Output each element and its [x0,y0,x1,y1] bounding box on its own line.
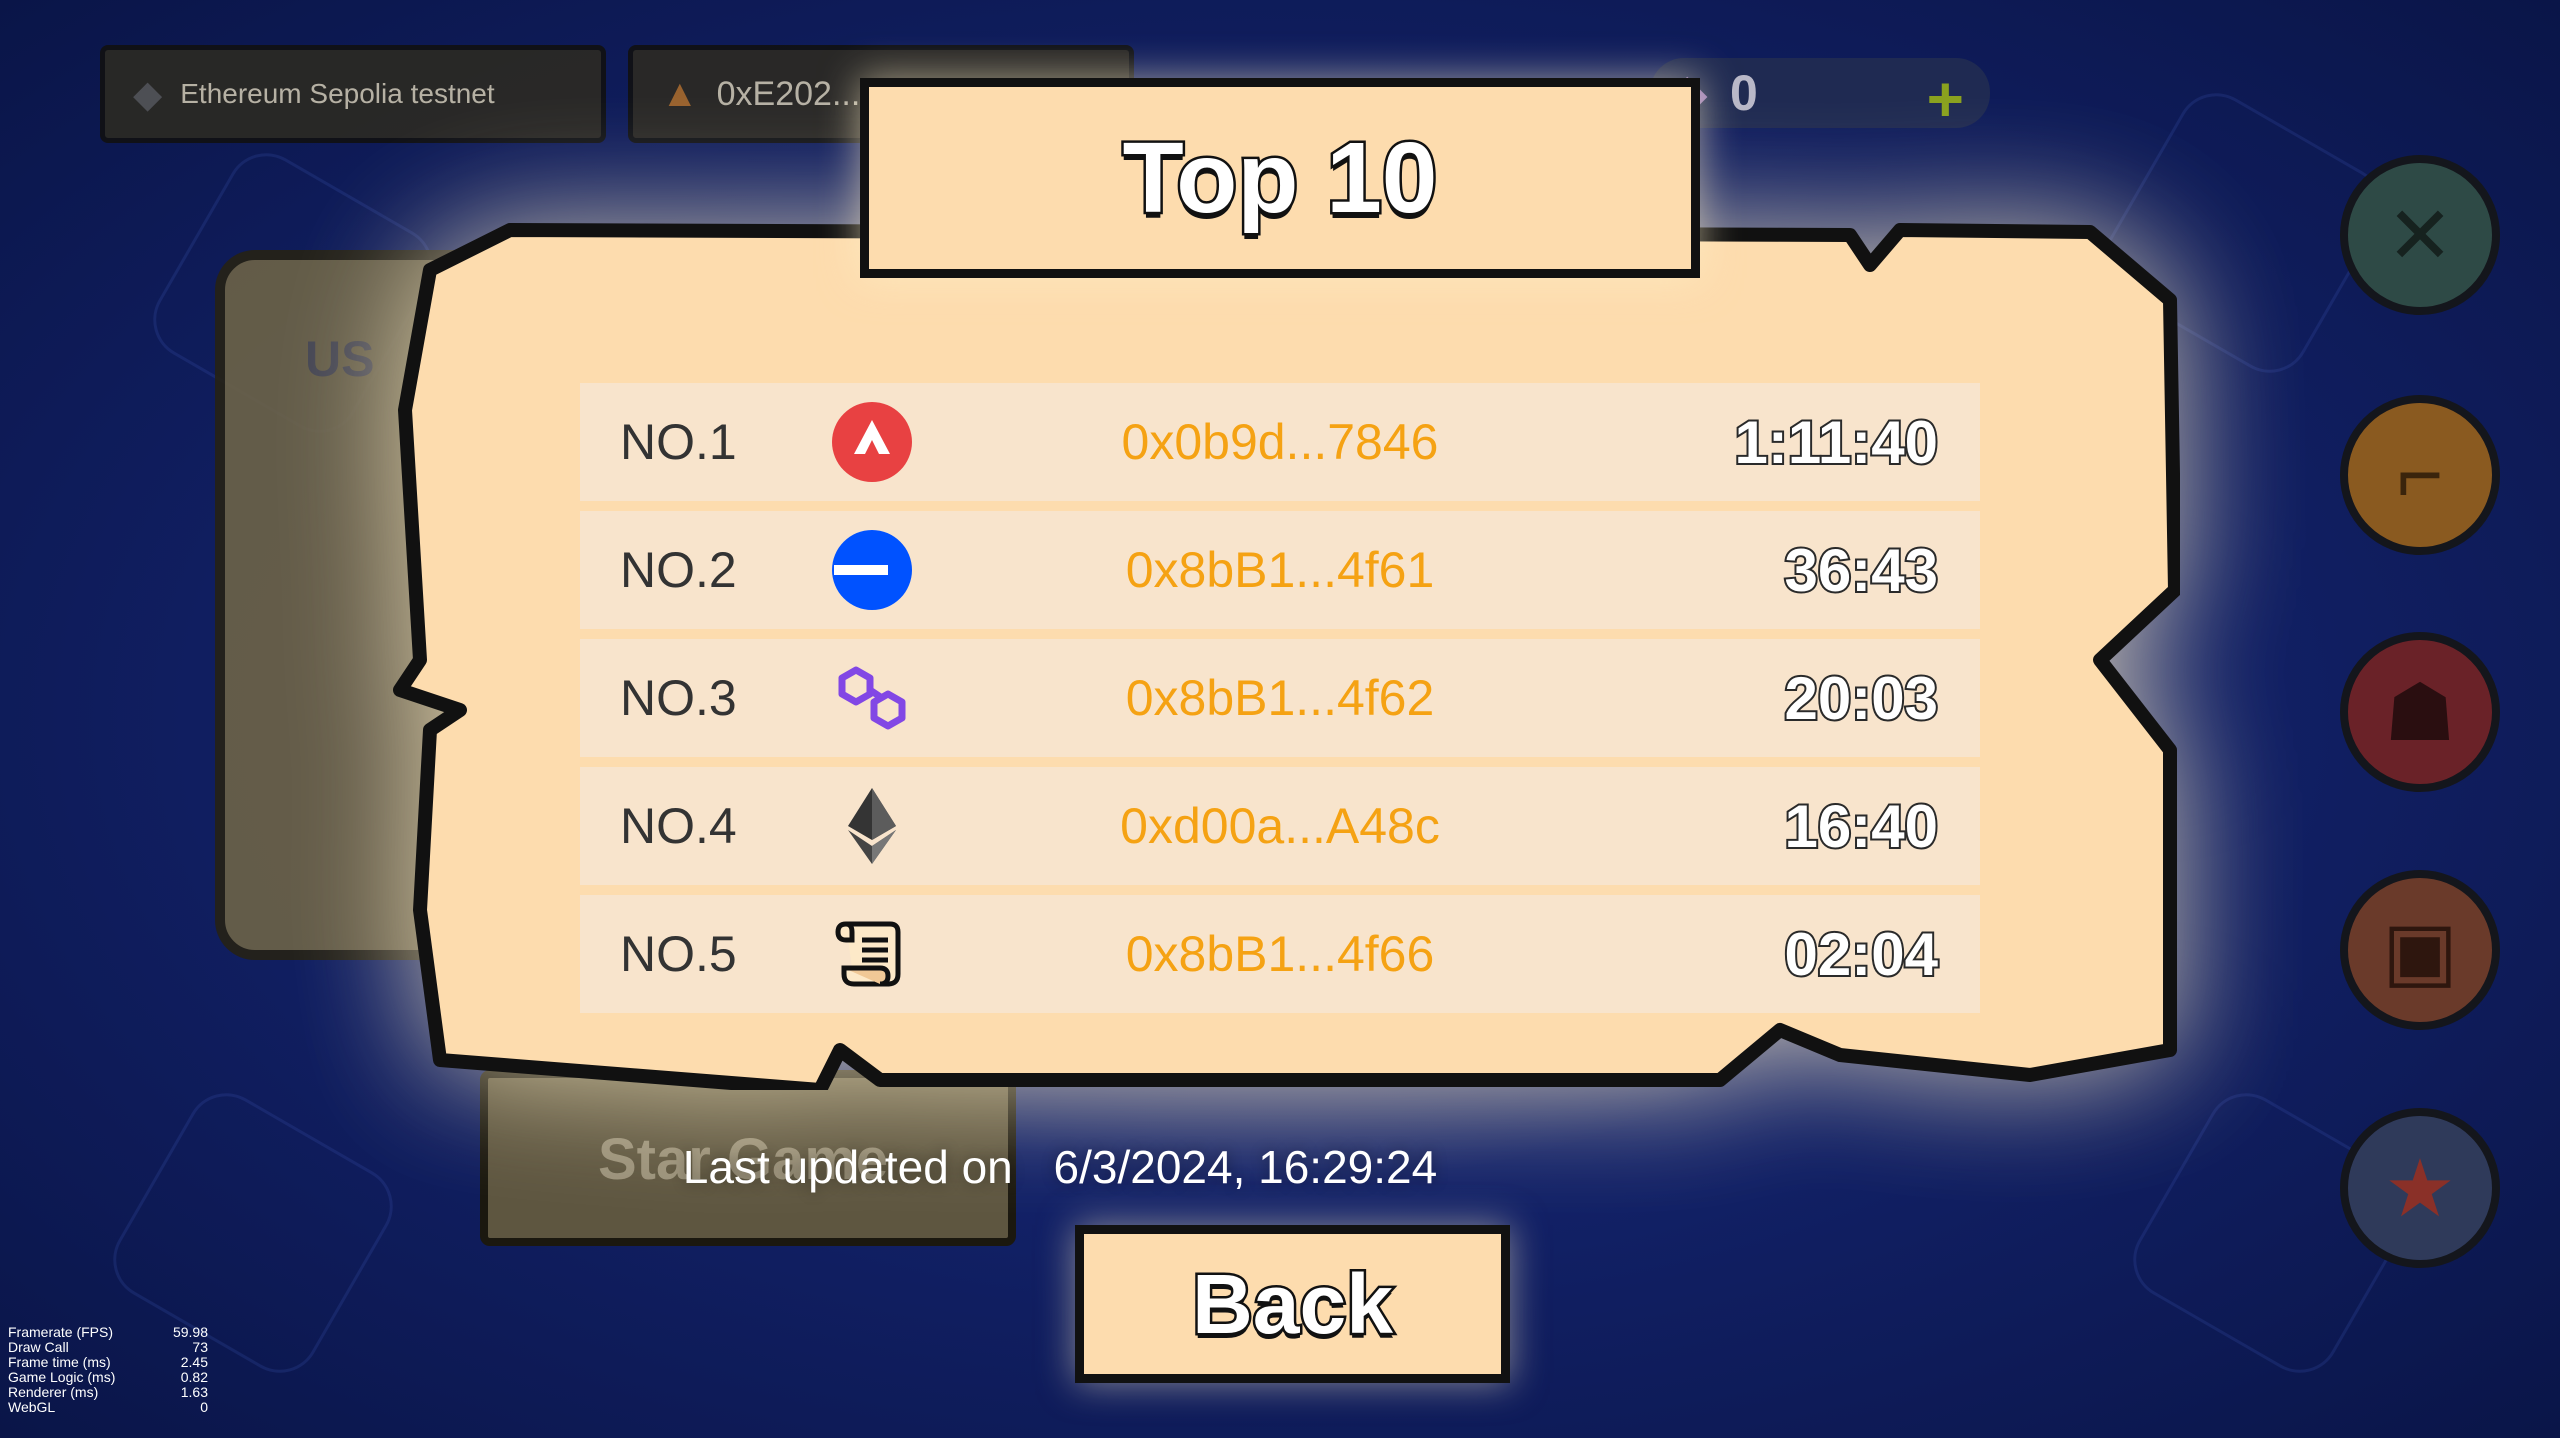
survival-time: 16:40 [1783,791,1940,862]
survival-time: 36:43 [1783,535,1940,606]
network-selector[interactable]: ◆ Ethereum Sepolia testnet [100,45,606,143]
leaderboard-title: Top 10 [1120,119,1440,236]
characters-button[interactable]: ☗ [2340,632,2500,792]
wallet-address: 0x8bB1...4f62 [1125,670,1435,726]
wallet-label: 0xE202... [716,74,861,113]
stat-value: 0 [200,1399,208,1415]
leaderboard-list: NO.1 0x0b9d...7846 1:11:40 NO.2 0x8bB1..… [580,383,1980,1023]
last-updated-value: 6/3/2024, 16:29:24 [1053,1141,1438,1193]
star-icon: ★ [2384,1143,2456,1233]
metamask-icon: ▲ [661,72,699,115]
survival-time: 20:03 [1783,663,1940,734]
survival-time: 1:11:40 [1733,407,1940,478]
leaderboard-row: NO.4 0xd00a...A48c 16:40 [580,767,1980,885]
stat-row: Draw Call 73 [8,1340,208,1355]
stat-label: Renderer (ms) [8,1384,99,1400]
stat-row: Framerate (FPS) 59.98 [8,1325,208,1340]
stat-row: Renderer (ms) 1.63 [8,1385,208,1400]
back-button[interactable]: Back [1075,1225,1510,1383]
stat-label: WebGL [8,1399,56,1415]
stat-value: 59.98 [172,1324,208,1340]
battle-button[interactable]: ✕ [2340,155,2500,315]
add-gems-button[interactable]: + [1927,62,1964,136]
weapons-button[interactable]: ⌐ [2340,395,2500,555]
stat-value: 73 [192,1339,208,1355]
network-label: Ethereum Sepolia testnet [180,78,495,109]
stat-label: Framerate (FPS) [8,1324,114,1340]
wallet-address: 0xd00a...A48c [1120,798,1440,854]
stat-label: Game Logic (ms) [8,1369,116,1385]
leaderboard-row: NO.3 0x8bB1...4f62 20:03 [580,639,1980,757]
masked-warrior-icon: ☗ [2384,667,2456,757]
stat-row: WebGL 0 [8,1400,208,1415]
blaster-gun-icon: ⌐ [2396,430,2444,519]
stat-value: 0.82 [180,1369,208,1385]
crossed-swords-icon: ✕ [2386,190,2454,280]
leaderboard-row: NO.1 0x0b9d...7846 1:11:40 [580,383,1980,501]
stat-value: 1.63 [180,1384,208,1400]
stat-row: Frame time (ms) 2.45 [8,1355,208,1370]
gift-box-icon: ▣ [2382,905,2458,995]
leaderboard-row: NO.2 0x8bB1...4f61 36:43 [580,511,1980,629]
debug-stats: Framerate (FPS) 59.98 Draw Call 73 Frame t… [8,1325,208,1415]
back-button-label: Back [1190,1254,1396,1353]
wallet-address: 0x8bB1...4f66 [1125,926,1435,982]
stat-label: Draw Call [8,1339,69,1355]
wallet-address: 0x8bB1...4f61 [1125,542,1435,598]
stat-value: 2.45 [180,1354,208,1370]
rewards-button[interactable]: ▣ [2340,870,2500,1030]
stat-label: Frame time (ms) [8,1354,111,1370]
survival-time: 02:04 [1783,919,1940,990]
background-panel-title: US [305,331,375,387]
gem-count: 0 [1730,65,1758,121]
gem-counter: ◆ 0 + [1650,58,1990,135]
stat-row: Game Logic (ms) 0.82 [8,1370,208,1385]
last-updated: Last updated on 6/3/2024, 16:29:24 [0,1140,2120,1194]
leaderboard-row: NO.5 0x8bB1...4f66 02:04 [580,895,1980,1013]
favorites-button[interactable]: ★ [2340,1108,2500,1268]
title-plate: Top 10 [860,78,1700,278]
ethereum-icon: ◆ [133,73,163,116]
last-updated-label: Last updated on [682,1141,1013,1193]
